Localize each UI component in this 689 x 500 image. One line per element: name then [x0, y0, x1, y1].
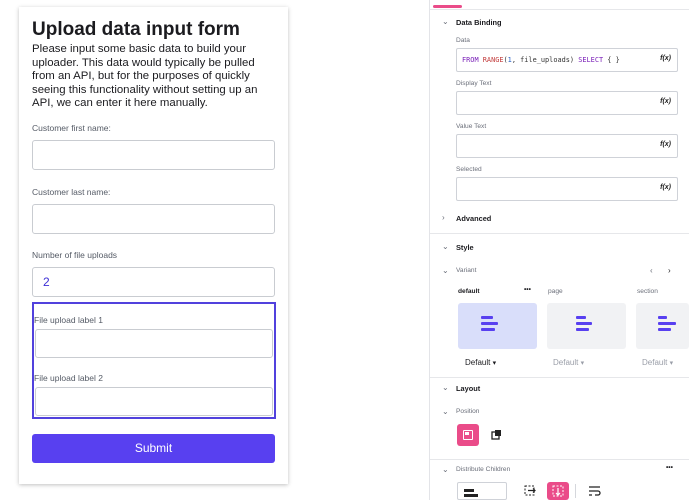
more-icon[interactable]: ••• [666, 464, 673, 471]
first-name-input[interactable] [32, 140, 275, 170]
align-left-icon [464, 489, 478, 497]
file-upload-input-1[interactable] [35, 329, 273, 358]
active-tab-indicator [433, 5, 462, 8]
section-divider [430, 377, 689, 378]
variant-card-default[interactable] [458, 303, 537, 349]
panel-divider [430, 9, 689, 10]
align-left-icon [576, 316, 592, 334]
uploads-count-label: Number of file uploads [32, 250, 118, 260]
distribute-children-label: Distribute Children [456, 466, 511, 473]
display-text-label: Display Text [456, 80, 492, 87]
variant-select-default[interactable]: Default ▾ [465, 358, 496, 367]
align-left-icon [481, 316, 498, 334]
display-text-input[interactable]: f(x) [456, 91, 678, 115]
app-root: Upload data input form Please input some… [0, 0, 689, 500]
style-heading[interactable]: Style [456, 243, 474, 252]
value-text-input[interactable]: f(x) [456, 134, 678, 158]
variant-card-page[interactable] [547, 303, 626, 349]
fx-icon[interactable]: f(x) [660, 184, 671, 191]
selected-input[interactable]: f(x) [456, 177, 678, 201]
distribute-preview[interactable] [457, 482, 507, 500]
distribute-vertical-button[interactable] [547, 482, 569, 500]
file-upload-input-2[interactable] [35, 387, 273, 416]
caret-down-icon: ▾ [492, 360, 497, 367]
more-icon[interactable]: ••• [524, 286, 531, 293]
variant-name-section: section [637, 288, 658, 295]
square-icon [463, 430, 473, 440]
data-code-input[interactable]: FROM RANGE(1, file_uploads) SELECT { } f… [456, 48, 678, 72]
caret-down-icon: ▾ [669, 360, 674, 367]
data-binding-heading[interactable]: Data Binding [456, 18, 502, 27]
layout-heading[interactable]: Layout [456, 384, 480, 393]
data-code: FROM RANGE(1, file_uploads) SELECT { } [462, 56, 620, 64]
variant-select-section[interactable]: Default ▾ [642, 358, 673, 367]
selected-label: Selected [456, 166, 482, 173]
fx-icon[interactable]: f(x) [660, 98, 671, 105]
wrap-button[interactable] [584, 482, 606, 500]
file-upload-label-2: File upload label 2 [34, 373, 103, 383]
file-uploads-container[interactable]: File upload label 1 File upload label 2 [32, 302, 276, 419]
first-name-label: Customer first name: [32, 123, 111, 133]
fx-icon[interactable]: f(x) [660, 141, 671, 148]
last-name-input[interactable] [32, 204, 275, 234]
advanced-heading[interactable]: Advanced [456, 214, 491, 223]
chevron-left-icon[interactable]: ‹ [650, 266, 653, 275]
position-absolute-button[interactable] [486, 424, 508, 446]
section-divider [430, 459, 689, 460]
layers-icon [491, 430, 501, 440]
chevron-down-icon[interactable]: ⌄ [442, 407, 449, 416]
variant-name-default: default [458, 288, 480, 295]
uploads-count-input[interactable]: 2 [32, 267, 275, 297]
wrap-text-icon [589, 486, 601, 496]
last-name-label: Customer last name: [32, 187, 111, 197]
fx-icon[interactable]: f(x) [660, 55, 671, 62]
chevron-down-icon[interactable]: ⌄ [442, 17, 449, 26]
variant-select-page[interactable]: Default ▾ [553, 358, 584, 367]
variant-label: Variant [456, 267, 477, 274]
form-description: Please input some basic data to build yo… [32, 43, 258, 109]
distribute-horizontal-button[interactable] [520, 482, 542, 500]
chevron-right-icon[interactable]: › [668, 266, 671, 275]
position-label: Position [456, 408, 480, 415]
file-upload-label-1: File upload label 1 [34, 315, 103, 325]
chevron-right-icon[interactable]: › [442, 213, 445, 222]
chevron-down-icon[interactable]: ⌄ [442, 266, 449, 275]
chevron-down-icon[interactable]: ⌄ [442, 242, 449, 251]
upload-form-card: Upload data input form Please input some… [19, 7, 288, 484]
toolbar-separator [575, 484, 576, 498]
value-text-label: Value Text [456, 123, 487, 130]
caret-down-icon: ▾ [580, 360, 585, 367]
form-title: Upload data input form [32, 19, 240, 40]
chevron-down-icon[interactable]: ⌄ [442, 465, 449, 474]
position-static-button[interactable] [457, 424, 479, 446]
variant-card-section[interactable] [636, 303, 689, 349]
section-divider [430, 233, 689, 234]
submit-button[interactable]: Submit [32, 434, 275, 463]
align-left-icon [658, 316, 676, 334]
chevron-down-icon[interactable]: ⌄ [442, 383, 449, 392]
data-label: Data [456, 37, 470, 44]
arrow-down-icon [552, 485, 564, 497]
arrow-right-icon [524, 485, 536, 496]
variant-name-page: page [548, 288, 563, 295]
